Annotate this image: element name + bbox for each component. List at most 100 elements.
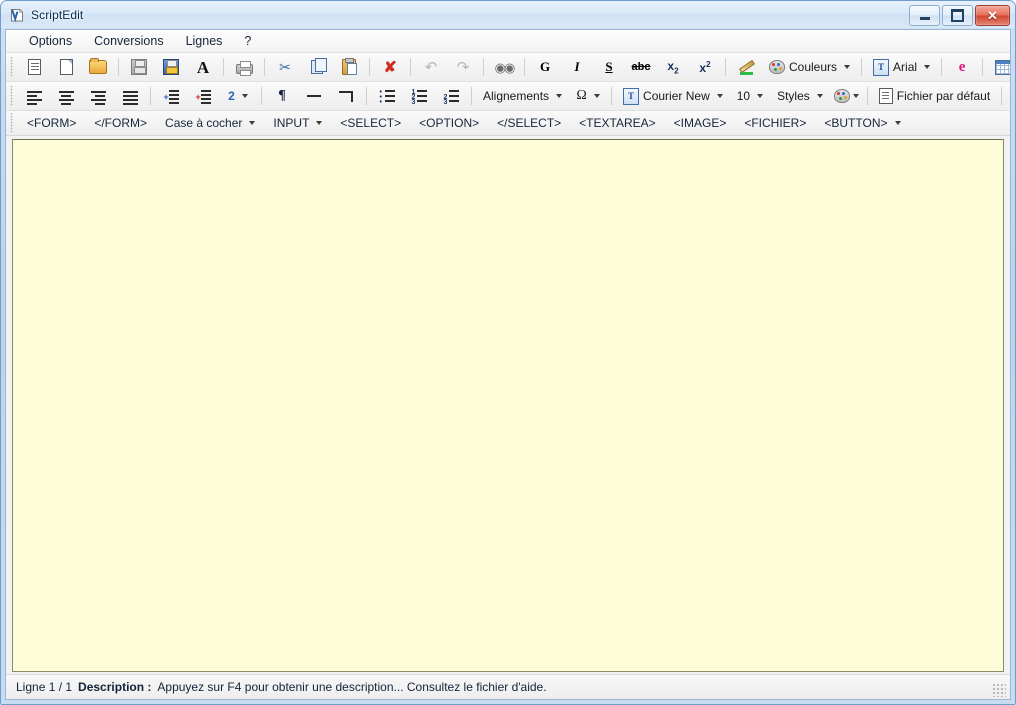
maximize-button[interactable] [942, 5, 973, 26]
palette-icon [769, 60, 785, 74]
insert-calendar-button[interactable] [988, 54, 1010, 80]
bullet-list-button[interactable]: • • • [372, 83, 402, 109]
open-file-button[interactable] [83, 54, 113, 80]
text-editor[interactable] [12, 139, 1004, 672]
resize-grip[interactable] [992, 683, 1006, 697]
italic-icon: I [574, 59, 580, 74]
bold-button[interactable]: G [530, 54, 560, 80]
cut-button[interactable]: ✂ [270, 54, 300, 80]
toolbar-separator [725, 58, 726, 76]
blank-page-button[interactable] [51, 54, 81, 80]
subscript-icon: x2 [667, 58, 679, 76]
align-left-button[interactable] [19, 83, 49, 109]
numbered-list-icon: 123 [412, 89, 427, 106]
toolbar-separator [611, 87, 613, 105]
underline-icon: S [605, 59, 613, 74]
tag-image[interactable]: <IMAGE> [666, 113, 735, 133]
highlight-button[interactable] [731, 54, 761, 80]
toolbar-separator [471, 87, 472, 105]
default-file-button[interactable]: Fichier par défaut [873, 83, 996, 109]
align-right-button[interactable] [83, 83, 113, 109]
tag-label: <FICHIER> [744, 116, 807, 130]
indent-increase-button[interactable]: + [156, 83, 186, 109]
redo-button[interactable]: ↷ [448, 54, 478, 80]
browser-preview-icon: e [958, 58, 966, 75]
subscript-button[interactable]: x2 [658, 54, 688, 80]
toolbar-separator [410, 58, 411, 76]
tag-button[interactable]: <BUTTON> [816, 113, 908, 133]
toolbar-separator [369, 58, 370, 76]
colors-button[interactable]: Couleurs [763, 54, 856, 80]
font-icon: T [873, 58, 890, 76]
font-size-select[interactable]: 10 [731, 83, 769, 109]
horizontal-rule-button[interactable] [299, 83, 329, 109]
menu-conversions[interactable]: Conversions [83, 31, 174, 51]
font-family-button[interactable]: T Arial [867, 54, 936, 80]
tag-label: <OPTION> [419, 116, 480, 130]
save-as-icon [163, 59, 179, 75]
color-sheet-button[interactable] [1007, 83, 1010, 109]
tag-checkbox[interactable]: Case à cocher [157, 113, 263, 133]
bold-icon: G [539, 59, 551, 74]
superscript-button[interactable]: x2 [690, 54, 720, 80]
menu-lignes[interactable]: Lignes [175, 31, 234, 51]
menu-options[interactable]: Options [18, 31, 83, 51]
print-button[interactable] [229, 54, 259, 80]
toolbar-separator [150, 87, 151, 105]
client-area: Options Conversions Lignes ? A ✂ ✘ ↶ ↷ ◉… [5, 29, 1011, 700]
print-icon [235, 61, 253, 76]
application-window: ScriptEdit ✕ Options Conversions Lignes … [0, 0, 1016, 705]
numbered-list-button[interactable]: 123 [404, 83, 434, 109]
preview-browser-button[interactable]: e [947, 54, 977, 80]
chevron-down-icon [249, 121, 256, 125]
tag-label: <FORM> [27, 116, 77, 130]
paste-icon [342, 58, 357, 75]
align-justify-button[interactable] [115, 83, 145, 109]
minimize-button[interactable] [909, 5, 940, 26]
font-button-a[interactable]: A [188, 54, 218, 80]
tag-label: <SELECT> [340, 116, 402, 130]
italic-button[interactable]: I [562, 54, 592, 80]
tag-select-open[interactable]: <SELECT> [332, 113, 409, 133]
strikethrough-button[interactable]: abc [626, 54, 656, 80]
save-button[interactable] [124, 54, 154, 80]
find-button[interactable]: ◉◉ [489, 54, 519, 80]
special-character-button[interactable]: Ω [570, 83, 606, 109]
menu-help[interactable]: ? [233, 31, 262, 51]
tag-input[interactable]: INPUT [265, 113, 330, 133]
tag-file[interactable]: <FICHIER> [736, 113, 814, 133]
undo-button[interactable]: ↶ [416, 54, 446, 80]
new-document-button[interactable] [19, 54, 49, 80]
indent-value-button[interactable]: 2 [220, 83, 256, 109]
paste-button[interactable] [334, 54, 364, 80]
chevron-down-icon [593, 94, 600, 98]
toolbar-grip[interactable] [9, 86, 16, 106]
toolbar-grip[interactable] [9, 57, 16, 77]
alignments-button[interactable]: Alignements [477, 83, 568, 109]
toolbar-grip[interactable] [9, 113, 16, 133]
tag-form-open[interactable]: <FORM> [19, 113, 84, 133]
palette-button[interactable] [831, 83, 862, 109]
line-break-button[interactable] [331, 83, 361, 109]
tag-label: <TEXTAREA> [579, 116, 656, 130]
toolbar-separator [264, 58, 265, 76]
styles-button[interactable]: Styles [771, 83, 829, 109]
tag-label: Case à cocher [165, 116, 243, 130]
tag-label: <BUTTON> [824, 116, 888, 130]
paragraph-mark-button[interactable]: ¶ [267, 83, 297, 109]
indent-decrease-button[interactable]: + [188, 83, 218, 109]
close-button[interactable]: ✕ [975, 5, 1010, 26]
tag-option[interactable]: <OPTION> [411, 113, 487, 133]
toolbar-separator [941, 58, 943, 76]
save-as-button[interactable] [156, 54, 186, 80]
copy-button[interactable] [302, 54, 332, 80]
align-center-button[interactable] [51, 83, 81, 109]
tag-select-close[interactable]: </SELECT> [489, 113, 569, 133]
tag-label: </FORM> [94, 116, 148, 130]
underline-button[interactable]: S [594, 54, 624, 80]
tag-form-close[interactable]: </FORM> [86, 113, 155, 133]
tag-textarea[interactable]: <TEXTAREA> [571, 113, 663, 133]
outline-list-button[interactable]: 23 [436, 83, 466, 109]
delete-button[interactable]: ✘ [375, 54, 405, 80]
font-family-select[interactable]: T Courier New [617, 83, 729, 109]
